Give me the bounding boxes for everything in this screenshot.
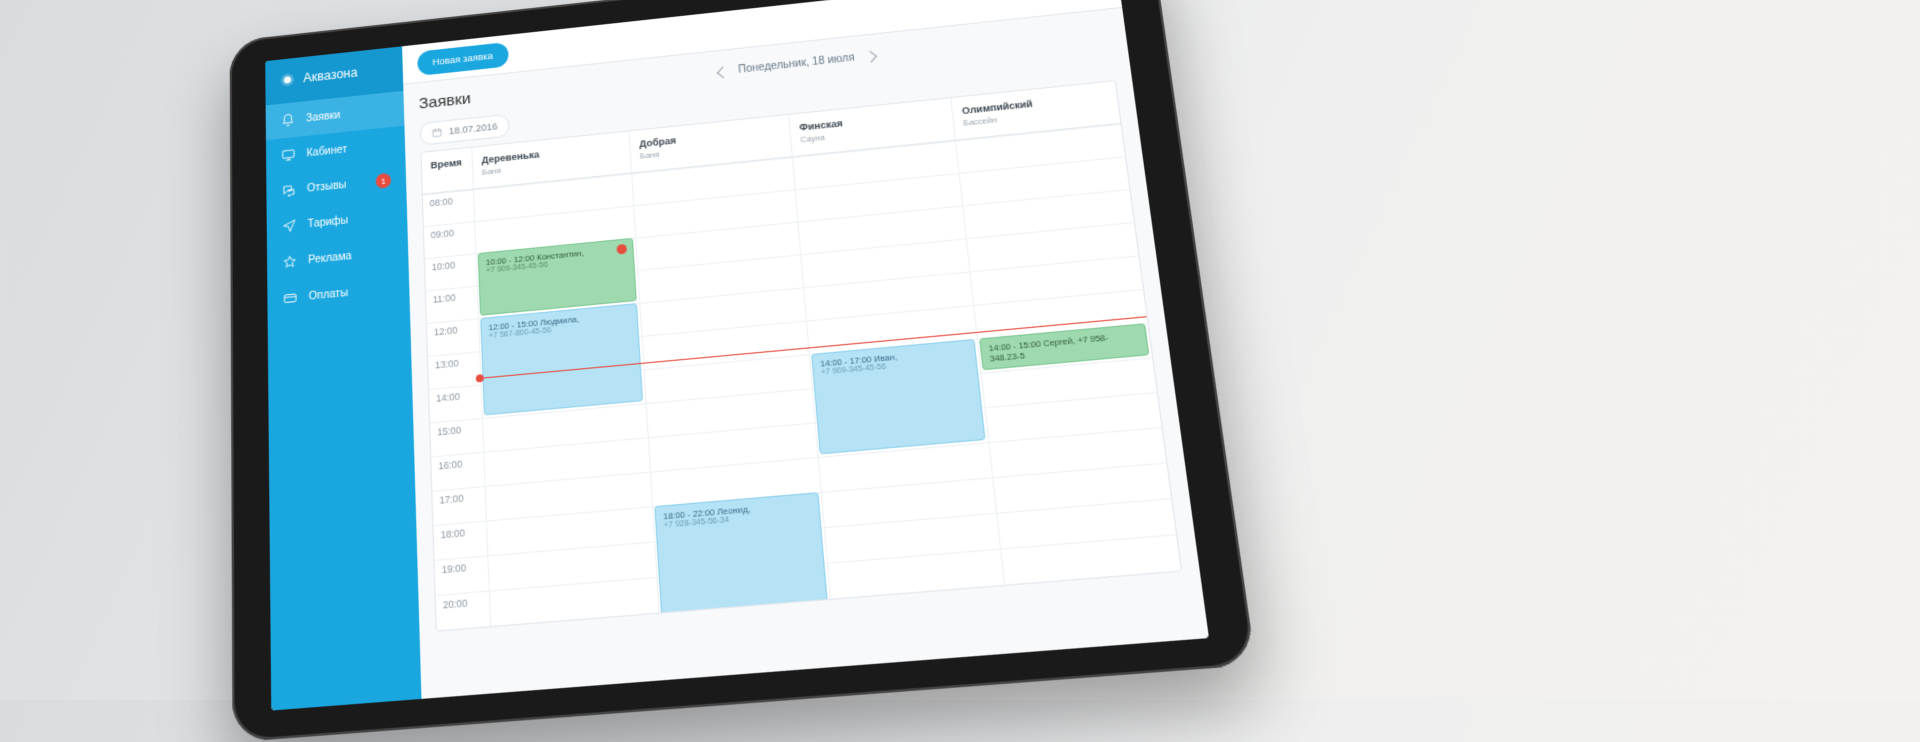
hour-label: 10:00 xyxy=(425,253,477,290)
hour-label: 18:00 xyxy=(433,521,487,560)
card-icon xyxy=(283,290,298,307)
sidebar-item-label: Оплаты xyxy=(309,287,349,303)
hour-label: 09:00 xyxy=(424,221,476,258)
hour-label: 19:00 xyxy=(435,555,489,595)
sidebar-item-label: Реклама xyxy=(308,250,352,266)
alert-dot-icon xyxy=(616,244,627,255)
sidebar-item-label: Заявки xyxy=(306,109,340,124)
calendar-icon xyxy=(431,127,442,138)
event-1[interactable]: 12:00 - 15:00 Людмила,+7 567-800-45-56 xyxy=(480,303,643,415)
event-2[interactable]: 14:00 - 17:00 Иван,+7 909-345-45-56 xyxy=(811,339,985,455)
main: Новая заявка Заявки Понедельник, 18 июля xyxy=(402,0,1209,699)
sidebar-badge: 1 xyxy=(376,173,391,189)
brand-name: Аквазона xyxy=(303,65,358,85)
calendar-grid[interactable]: 10:00 - 12:00 Константин,+7 909-345-45-5… xyxy=(473,124,1181,626)
hour-label: 20:00 xyxy=(436,591,490,631)
sidebar-nav: Заявки Кабинет Отзывы 1 Тарифы Реклама Оплаты xyxy=(266,91,410,319)
next-day-button[interactable] xyxy=(864,50,877,62)
event-4[interactable]: 18:00 - 22:00 Леонид,+7 928-345-56-34 xyxy=(654,492,830,630)
sidebar-item-label: Кабинет xyxy=(306,143,347,159)
content: Заявки Понедельник, 18 июля 18.07.2016 xyxy=(403,8,1209,699)
date-short: 18.07.2016 xyxy=(449,121,498,136)
date-picker-button[interactable]: 18.07.2016 xyxy=(419,114,510,146)
star-icon xyxy=(282,254,297,270)
current-date-long: Понедельник, 18 июля xyxy=(738,52,855,76)
hour-label: 12:00 xyxy=(427,318,479,356)
chat-icon xyxy=(281,182,296,198)
hour-label: 17:00 xyxy=(432,486,486,525)
time-column-header: Время xyxy=(421,148,472,194)
sidebar-item-label: Тарифы xyxy=(308,214,349,230)
hour-label: 08:00 xyxy=(423,190,474,227)
bell-icon xyxy=(280,113,295,129)
prev-day-button[interactable] xyxy=(717,66,729,78)
hour-label: 11:00 xyxy=(426,286,478,323)
calendar: Время ДеревенькаБаняДобраяБаняФинскаяСау… xyxy=(420,80,1182,632)
hour-label: 14:00 xyxy=(429,384,482,422)
monitor-icon xyxy=(281,147,296,163)
page-title: Заявки xyxy=(419,90,472,113)
sidebar-item-label: Отзывы xyxy=(307,179,347,194)
new-request-button[interactable]: Новая заявка xyxy=(417,41,508,75)
send-icon xyxy=(282,218,297,234)
brand-logo-icon xyxy=(280,72,295,88)
hour-label: 15:00 xyxy=(430,418,483,456)
hour-label: 13:00 xyxy=(428,351,481,389)
calendar-body: 08:0009:0010:0011:0012:0013:0014:0015:00… xyxy=(423,124,1181,631)
sidebar: Аквазона Заявки Кабинет Отзывы 1 Тарифы Рекла… xyxy=(265,46,421,710)
event-title: 14:00 - 15:00 Сергей, +7 958-348.23-5 xyxy=(988,332,1109,364)
hour-label: 16:00 xyxy=(431,452,484,491)
